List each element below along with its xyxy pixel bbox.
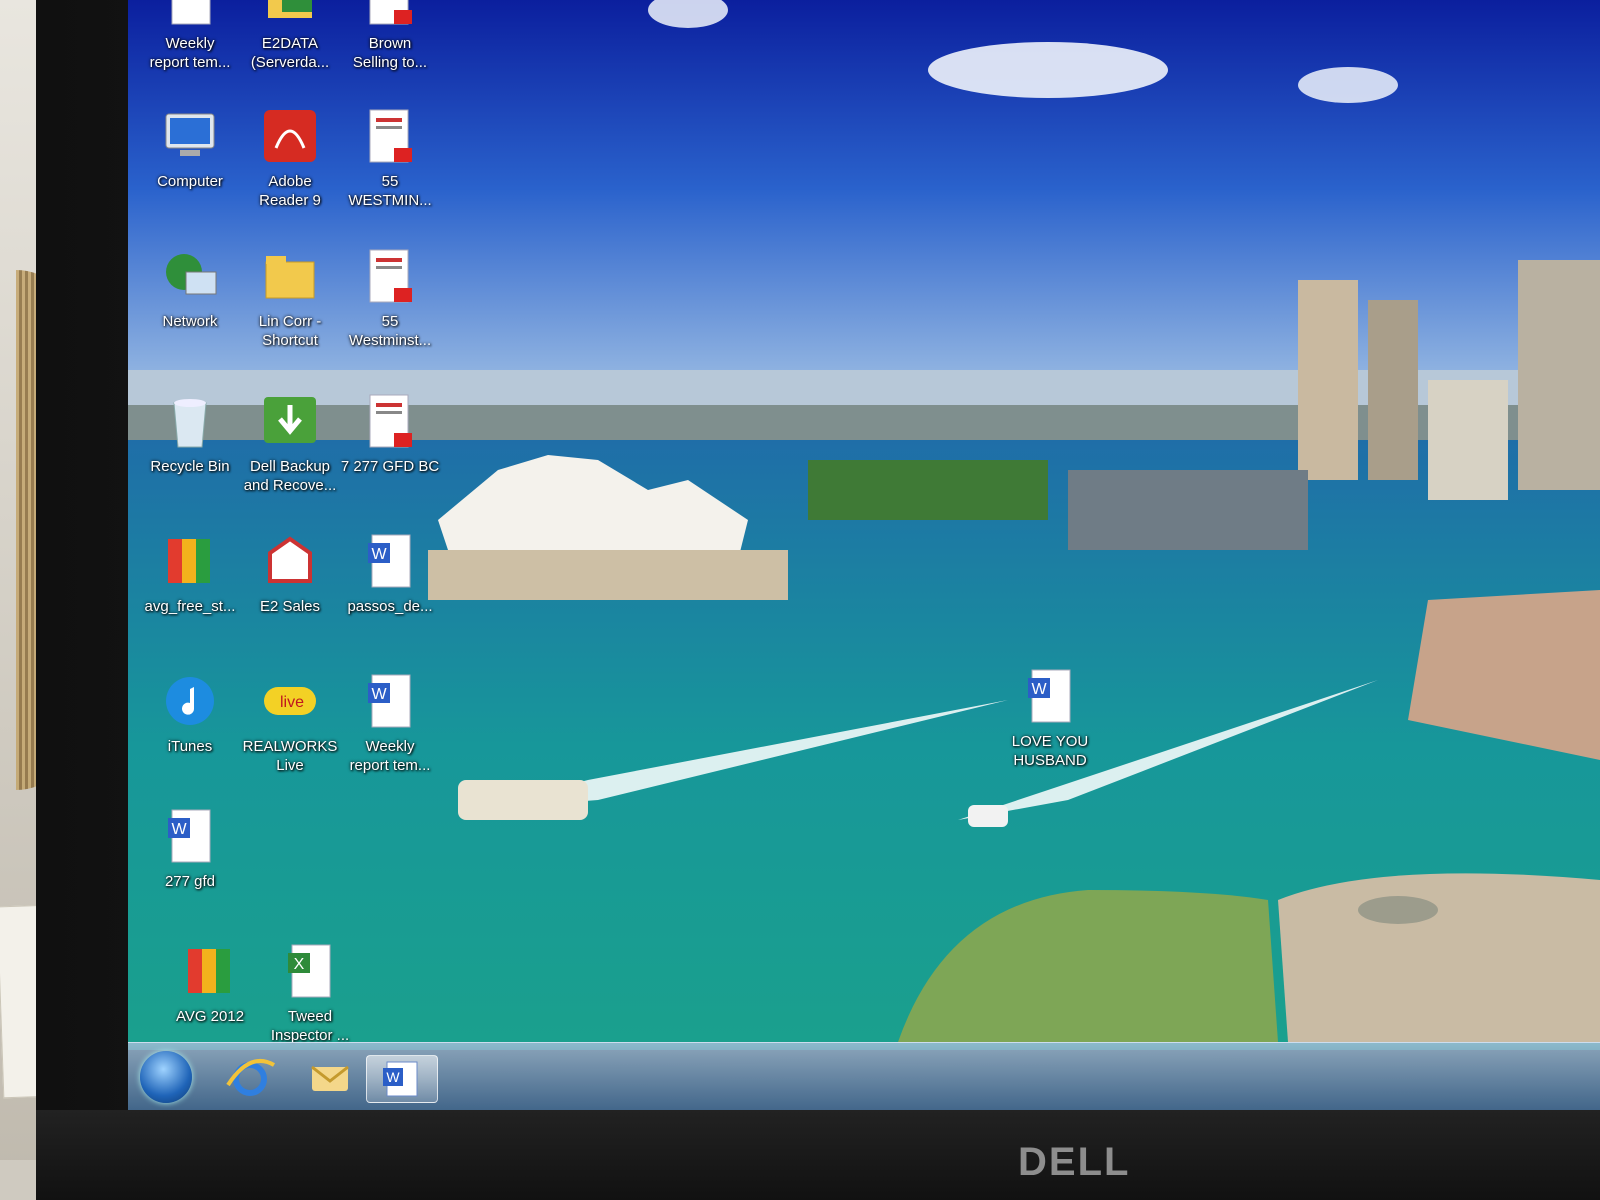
photo-scene: DELL Weekly report tem... E2DATA (Server… xyxy=(0,0,1600,1200)
desktop-icon-w55b[interactable]: 55 Westminst... xyxy=(332,244,448,350)
svg-text:W: W xyxy=(371,686,387,703)
realworks-live-icon: live xyxy=(258,669,322,733)
desktop-icon-lincorr[interactable]: Lin Corr - Shortcut xyxy=(232,244,348,350)
internet-explorer-icon xyxy=(226,1059,276,1096)
word-icon: W xyxy=(383,1061,418,1097)
desktop-icon-dellbackup[interactable]: Dell Backup and Recove... xyxy=(232,389,348,495)
word-doc-icon: W xyxy=(358,529,422,593)
itunes-icon xyxy=(158,669,222,733)
desktop-icon-gfd277[interactable]: W 277 gfd xyxy=(132,804,248,891)
desktop-icon-label: Weekly report tem... xyxy=(349,738,431,774)
desktop-icon-label: 55 WESTMIN... xyxy=(348,173,432,209)
svg-text:W: W xyxy=(171,821,187,838)
desktop-icon-label: Network xyxy=(162,313,218,330)
desktop-icon-label: Dell Backup and Recove... xyxy=(243,458,337,494)
desktop-icon-label: Lin Corr - Shortcut xyxy=(258,313,322,349)
desktop-icon-label: 7 277 GFD BC xyxy=(340,458,440,475)
svg-text:X: X xyxy=(294,956,305,973)
desktop-icon-label: 55 Westminst... xyxy=(348,313,432,349)
svg-text:W: W xyxy=(371,546,387,563)
monitor-chin xyxy=(36,1110,1600,1200)
backup-icon xyxy=(258,389,322,453)
desktop-icon-recycle[interactable]: Recycle Bin xyxy=(132,389,248,476)
taskbar-outlook[interactable] xyxy=(300,1055,360,1101)
desktop-icon-weekly2[interactable]: W Weekly report tem... xyxy=(332,669,448,775)
desktop-icon-label: Tweed Inspector ... xyxy=(270,1008,350,1044)
desktop-screen: W Weekly report tem... E2DATA (Serverda...… xyxy=(128,0,1600,1110)
svg-text:W: W xyxy=(386,1069,400,1085)
desktop-icon-passos[interactable]: Wpassos_de... xyxy=(332,529,448,616)
adobe-reader-icon xyxy=(258,104,322,168)
desktop-icon-loveyou[interactable]: W LOVE YOU HUSBAND xyxy=(992,664,1108,770)
network-folder-icon xyxy=(258,0,322,30)
desktop-icon-tweed[interactable]: X Tweed Inspector ... xyxy=(252,939,368,1045)
word-doc-icon: W xyxy=(1018,664,1082,728)
desktop-icon-label: passos_de... xyxy=(347,598,433,615)
desktop-icon-label: AVG 2012 xyxy=(175,1008,245,1025)
desktop-icon-label: E2 Sales xyxy=(259,598,321,615)
desktop-icon-label: REALWORKS Live xyxy=(242,738,338,774)
desktop-icon-label: iTunes xyxy=(167,738,213,755)
desktop-icon-e2sales[interactable]: E2 Sales xyxy=(232,529,348,616)
pdf-doc-icon xyxy=(358,104,422,168)
folder-icon xyxy=(258,244,322,308)
taskbar-internet-explorer[interactable] xyxy=(220,1055,280,1101)
network-globe-icon xyxy=(158,244,222,308)
desktop-icon-w55a[interactable]: 55 WESTMIN... xyxy=(332,104,448,210)
svg-text:W: W xyxy=(1031,681,1047,698)
e2-sales-icon xyxy=(258,529,322,593)
outlook-icon xyxy=(311,1065,349,1091)
avg-icon xyxy=(158,529,222,593)
pdf-doc-icon xyxy=(358,244,422,308)
desktop-icon-label: LOVE YOU HUSBAND xyxy=(1011,733,1089,769)
desktop-icon-avgfree[interactable]: avg_free_st... xyxy=(132,529,248,616)
desktop-icon-itunes[interactable]: iTunes xyxy=(132,669,248,756)
svg-text:live: live xyxy=(280,694,304,711)
desktop-icon-adobe[interactable]: Adobe Reader 9 xyxy=(232,104,348,210)
word-doc-icon: W xyxy=(358,669,422,733)
desktop-icon-computer[interactable]: Computer xyxy=(132,104,248,191)
desktop-icon-label: E2DATA (Serverda... xyxy=(250,35,330,71)
desktop-icon-label: Computer xyxy=(157,173,223,190)
computer-icon xyxy=(158,104,222,168)
word-doc-icon: W xyxy=(158,804,222,868)
recycle-bin-icon xyxy=(158,389,222,453)
desktop-icon-gfdbc[interactable]: 7 277 GFD BC xyxy=(332,389,448,476)
windows-orb-icon[interactable] xyxy=(140,1051,192,1103)
desktop-icon-label: 277 gfd xyxy=(164,873,216,890)
word-doc-icon: W xyxy=(158,0,222,30)
desktop-icon-weekly1[interactable]: W Weekly report tem... xyxy=(132,0,248,72)
desktop-icon-brown[interactable]: Brown Selling to... xyxy=(332,0,448,72)
desktop-icon-network[interactable]: Network xyxy=(132,244,248,331)
desktop-icon-label: Brown Selling to... xyxy=(352,35,428,71)
taskbar-word[interactable]: W xyxy=(366,1055,438,1103)
desktop-icon-avg2012[interactable]: AVG 2012 xyxy=(152,939,268,1026)
pdf-doc-icon xyxy=(358,0,422,30)
monitor-brand-logo: DELL xyxy=(1018,1140,1131,1184)
desktop-icon-label: Weekly report tem... xyxy=(149,35,231,71)
desktop-icon-realworks[interactable]: live REALWORKS Live xyxy=(232,669,348,775)
desktop-icon-label: Recycle Bin xyxy=(150,458,230,475)
desktop-icon-label: Adobe Reader 9 xyxy=(259,173,321,209)
avg-icon xyxy=(178,939,242,1003)
desktop-icon-e2data[interactable]: E2DATA (Serverda... xyxy=(232,0,348,72)
pdf-doc-icon xyxy=(358,389,422,453)
desktop-icon-label: avg_free_st... xyxy=(144,598,236,615)
taskbar: W xyxy=(128,1042,1600,1110)
excel-doc-icon: X xyxy=(278,939,342,1003)
